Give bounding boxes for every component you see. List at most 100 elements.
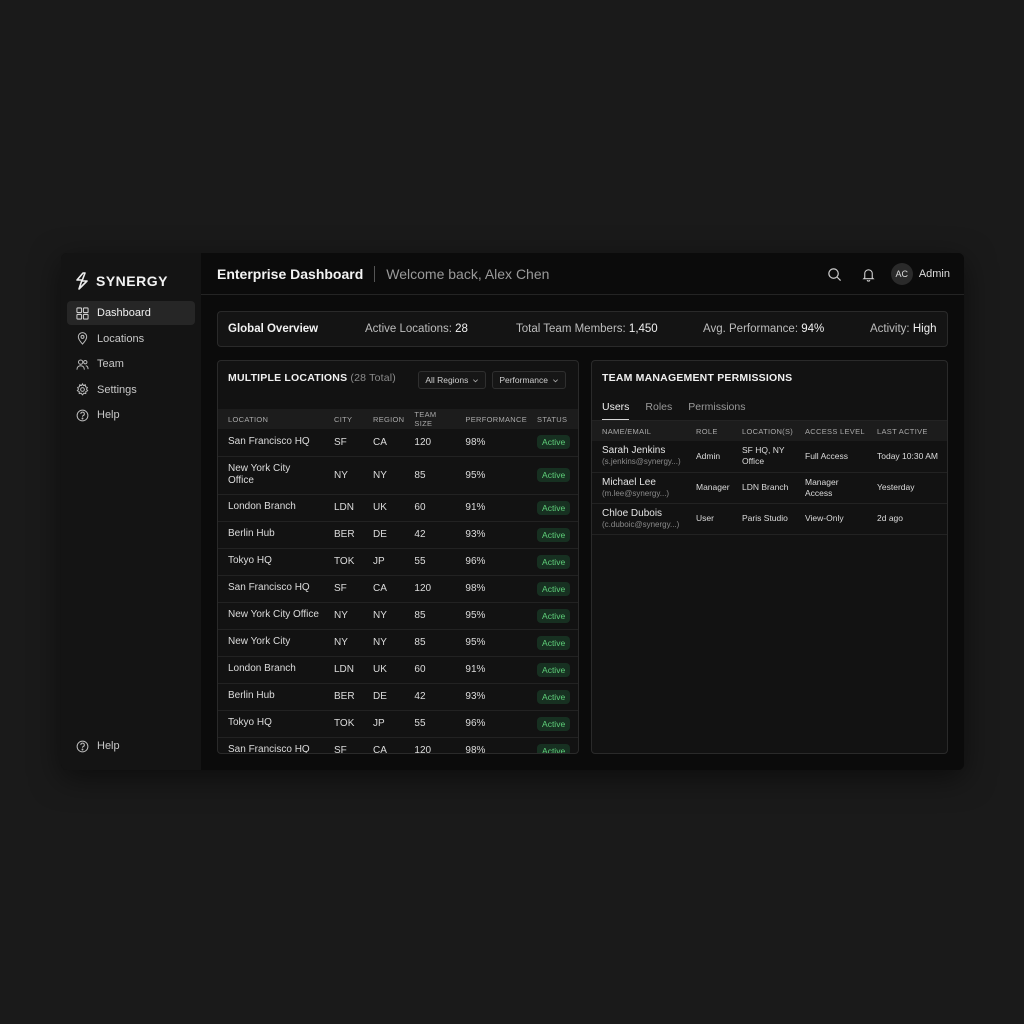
- table-row[interactable]: New York City Office NY NY 85 95% Active: [218, 602, 578, 630]
- welcome-message: Welcome back, Alex Chen: [386, 265, 550, 282]
- column-header[interactable]: CITY: [324, 409, 363, 429]
- tab-users[interactable]: Users: [602, 395, 630, 420]
- tab-permissions[interactable]: Permissions: [688, 395, 761, 420]
- access-level-cell: Full Access: [795, 441, 867, 473]
- status-badge: Active: [537, 635, 571, 650]
- table-row[interactable]: London Branch LDN UK 60 91% Active: [218, 494, 578, 522]
- region-cell: JP: [363, 710, 405, 738]
- team-size-cell: 55: [404, 548, 456, 576]
- column-header[interactable]: REGION: [363, 409, 405, 429]
- location-name-cell: Berlin Hub: [218, 521, 324, 549]
- region-cell: DE: [363, 683, 405, 711]
- region-cell: UK: [363, 494, 405, 522]
- top-actions: AC Admin: [823, 262, 950, 286]
- sidebar-item-settings[interactable]: Settings: [67, 378, 195, 402]
- status-badge: Active: [537, 716, 571, 731]
- performance-cell: 95%: [455, 602, 528, 630]
- table-row[interactable]: Tokyo HQ TOK JP 55 96% Active: [218, 710, 578, 738]
- search-icon: [828, 267, 842, 281]
- status-cell: Active: [527, 710, 578, 738]
- city-cell: NY: [324, 629, 363, 657]
- team-size-cell: 120: [404, 737, 456, 753]
- status-badge: Active: [537, 581, 571, 596]
- city-cell: TOK: [324, 548, 363, 576]
- stat-activity: Activity: High: [870, 323, 936, 335]
- team-size-cell: 42: [404, 683, 456, 711]
- column-header[interactable]: STATUS: [527, 409, 578, 429]
- brand-logo[interactable]: SYNERGY: [61, 253, 201, 297]
- pin-icon: [77, 332, 88, 345]
- chevron-down-icon: [553, 378, 558, 382]
- column-header[interactable]: ACCESS LEVEL: [795, 421, 867, 441]
- location-name-cell: San Francisco HQ: [218, 737, 324, 753]
- avatar[interactable]: AC: [890, 263, 913, 285]
- user-name: Chloe Dubois: [602, 507, 663, 519]
- user-cell: Michael Lee (m.lee@synergy...): [592, 472, 686, 504]
- column-header[interactable]: NAME/EMAIL: [592, 421, 686, 441]
- city-cell: BER: [324, 521, 363, 549]
- sidebar-item-team[interactable]: Team: [67, 352, 195, 376]
- region-filter-dropdown[interactable]: All Regions: [418, 371, 487, 389]
- column-header[interactable]: LOCATION(S): [732, 421, 795, 441]
- user-role-label[interactable]: Admin: [919, 268, 950, 280]
- table-row[interactable]: New York City NY NY 85 95% Active: [218, 629, 578, 657]
- sidebar-item-label: Dashboard: [97, 307, 151, 319]
- help-icon: [76, 740, 89, 752]
- sidebar-footer: Help: [67, 734, 195, 760]
- sidebar-item-help[interactable]: Help: [67, 403, 195, 427]
- table-row[interactable]: London Branch LDN UK 60 91% Active: [218, 656, 578, 684]
- column-header[interactable]: LOCATION: [218, 409, 324, 429]
- status-badge: Active: [537, 608, 571, 623]
- table-row[interactable]: Berlin Hub BER DE 42 93% Active: [218, 521, 578, 549]
- team-size-cell: 85: [404, 602, 456, 630]
- sidebar-item-locations[interactable]: Locations: [67, 327, 195, 351]
- status-cell: Active: [527, 629, 578, 657]
- column-header[interactable]: PERFORMANCE: [455, 409, 528, 429]
- sidebar-item-help-bottom[interactable]: Help: [67, 734, 195, 758]
- users-icon: [76, 359, 89, 370]
- region-cell: UK: [363, 656, 405, 684]
- sidebar-item-dashboard[interactable]: Dashboard: [67, 301, 195, 325]
- status-badge: Active: [537, 500, 571, 515]
- sidebar-item-label: Settings: [97, 383, 137, 396]
- table-row[interactable]: Tokyo HQ TOK JP 55 96% Active: [218, 548, 578, 576]
- status-cell: Active: [527, 494, 578, 522]
- app-window: SYNERGY Dashboard Locations Team Setting…: [61, 253, 964, 770]
- table-row[interactable]: San Francisco HQ SF CA 120 98% Active: [218, 737, 578, 753]
- table-row[interactable]: San Francisco HQ SF CA 120 98% Active: [218, 575, 578, 603]
- user-name: Sarah Jenkins: [602, 445, 666, 457]
- city-cell: SF: [324, 429, 363, 457]
- sidebar-item-label: Help: [97, 740, 120, 752]
- location-filters: All Regions Performance: [418, 371, 566, 389]
- search-button[interactable]: [823, 262, 847, 286]
- table-row[interactable]: Michael Lee (m.lee@synergy...) Manager LDN …: [592, 472, 947, 504]
- region-cell: CA: [363, 575, 405, 603]
- table-row[interactable]: New York City Office NY NY 85 95% Active: [218, 456, 578, 495]
- tab-roles[interactable]: Roles: [645, 395, 688, 420]
- role-cell: Admin: [686, 441, 732, 473]
- performance-cell: 98%: [455, 737, 528, 753]
- status-cell: Active: [527, 456, 578, 495]
- column-header[interactable]: TEAM SIZE: [404, 409, 456, 429]
- location-name-cell: Berlin Hub: [218, 683, 324, 711]
- column-header[interactable]: LAST ACTIVE: [867, 421, 947, 441]
- notifications-button[interactable]: [857, 262, 881, 286]
- user-location-cell: SF HQ, NY Office: [732, 441, 795, 473]
- table-row[interactable]: San Francisco HQ SF CA 120 98% Active: [218, 429, 578, 457]
- location-name-cell: New York City Office: [218, 602, 324, 630]
- sort-filter-dropdown[interactable]: Performance: [492, 371, 566, 389]
- permissions-panel: TEAM MANAGEMENT PERMISSIONS Users Roles …: [591, 360, 948, 754]
- performance-cell: 91%: [455, 656, 528, 684]
- table-row[interactable]: Chloe Dubois (c.duboic@synergy...) User Par…: [592, 503, 947, 535]
- last-active-cell: Today 10:30 AM: [867, 441, 947, 473]
- team-size-cell: 85: [404, 456, 456, 495]
- location-name-cell: London Branch: [218, 494, 324, 522]
- chevron-down-icon: [473, 378, 479, 382]
- team-size-cell: 120: [404, 429, 456, 457]
- table-row[interactable]: Sarah Jenkins (s.jenkins@synergy...) Admin…: [592, 441, 947, 473]
- performance-cell: 98%: [455, 429, 528, 457]
- locations-count: (28 Total): [350, 372, 397, 384]
- table-row[interactable]: Berlin Hub BER DE 42 93% Active: [218, 683, 578, 711]
- status-badge: Active: [537, 554, 571, 569]
- column-header[interactable]: ROLE: [686, 421, 732, 441]
